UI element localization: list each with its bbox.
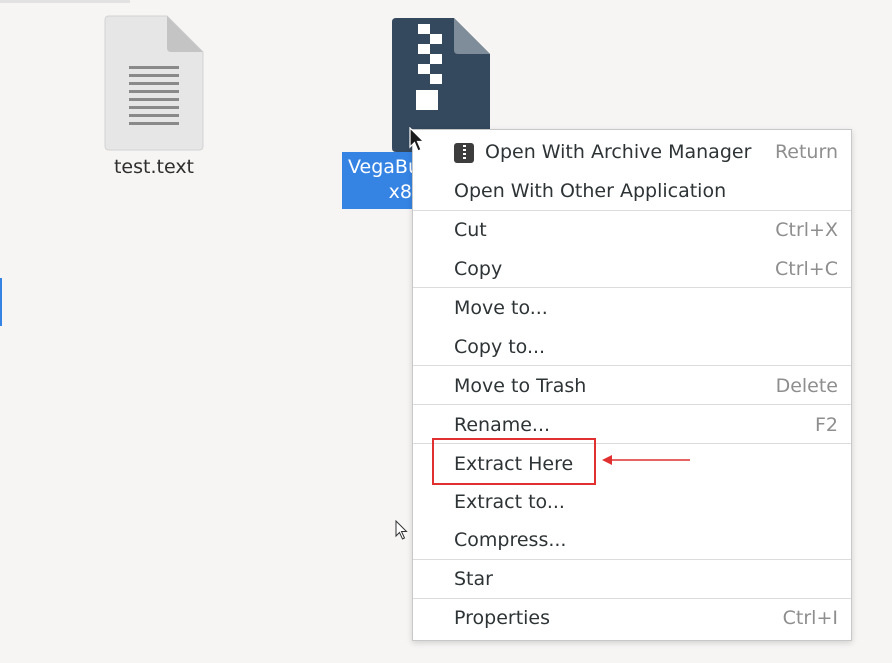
top-strip — [0, 0, 130, 3]
annotation-highlight-box — [432, 438, 596, 485]
menu-item-label: Properties — [454, 607, 551, 629]
menu-item-label: Extract to... — [454, 491, 565, 513]
file-name-line2: x8 — [388, 181, 412, 203]
file-name-label: test.text — [113, 156, 195, 178]
left-accent — [0, 278, 2, 326]
menu-separator — [413, 404, 851, 405]
menu-item-label: Rename... — [454, 414, 551, 436]
menu-item-extract-to[interactable]: Extract to... — [413, 483, 851, 521]
menu-item-label: Compress... — [454, 529, 567, 551]
mouse-pointer-icon — [409, 127, 425, 152]
menu-item-label: Move to Trash — [454, 375, 587, 397]
menu-item-label: Open With Other Application — [454, 180, 727, 202]
menu-separator — [413, 287, 851, 288]
menu-item-copy[interactable]: Copy Ctrl+C — [413, 250, 851, 288]
file-name-line1: VegaBu — [348, 156, 414, 178]
menu-item-move-to[interactable]: Move to... — [413, 289, 851, 327]
mouse-pointer-outline-icon — [395, 520, 408, 540]
menu-item-label: Copy — [454, 258, 503, 280]
menu-item-accel: Delete — [775, 375, 838, 397]
menu-item-label: Copy to... — [454, 336, 546, 358]
menu-item-accel: Ctrl+C — [775, 258, 838, 280]
menu-item-accel: Return — [774, 141, 838, 163]
menu-item-accel: Ctrl+X — [775, 219, 838, 241]
menu-item-properties[interactable]: Properties Ctrl+I — [413, 599, 851, 637]
menu-item-cut[interactable]: Cut Ctrl+X — [413, 211, 851, 249]
menu-item-open-with-archive-manager[interactable]: Open With Archive Manager Return — [413, 133, 851, 171]
menu-item-compress[interactable]: Compress... — [413, 521, 851, 559]
context-menu: Open With Archive Manager Return Open Wi… — [412, 129, 852, 641]
menu-item-accel: Ctrl+I — [782, 607, 838, 629]
menu-item-star[interactable]: Star — [413, 560, 851, 598]
menu-item-label: Move to... — [454, 297, 548, 319]
menu-item-label: Cut — [454, 219, 487, 241]
desktop: test.text VegaBu x8 Open With Archive Ma… — [0, 0, 892, 663]
menu-item-open-with-other-application[interactable]: Open With Other Application — [413, 172, 851, 210]
text-file-icon — [103, 14, 205, 152]
file-name-label-selected: VegaBu x8 — [342, 152, 414, 209]
menu-separator — [413, 365, 851, 366]
menu-item-label: Open With Archive Manager — [485, 141, 752, 163]
menu-item-accel: F2 — [814, 414, 838, 436]
annotation-arrow-icon — [602, 455, 690, 465]
menu-item-label: Star — [454, 568, 493, 590]
menu-item-move-to-trash[interactable]: Move to Trash Delete — [413, 367, 851, 405]
archive-manager-icon — [454, 143, 474, 163]
menu-item-copy-to[interactable]: Copy to... — [413, 328, 851, 366]
file-item-test-text[interactable]: test.text — [96, 14, 212, 178]
